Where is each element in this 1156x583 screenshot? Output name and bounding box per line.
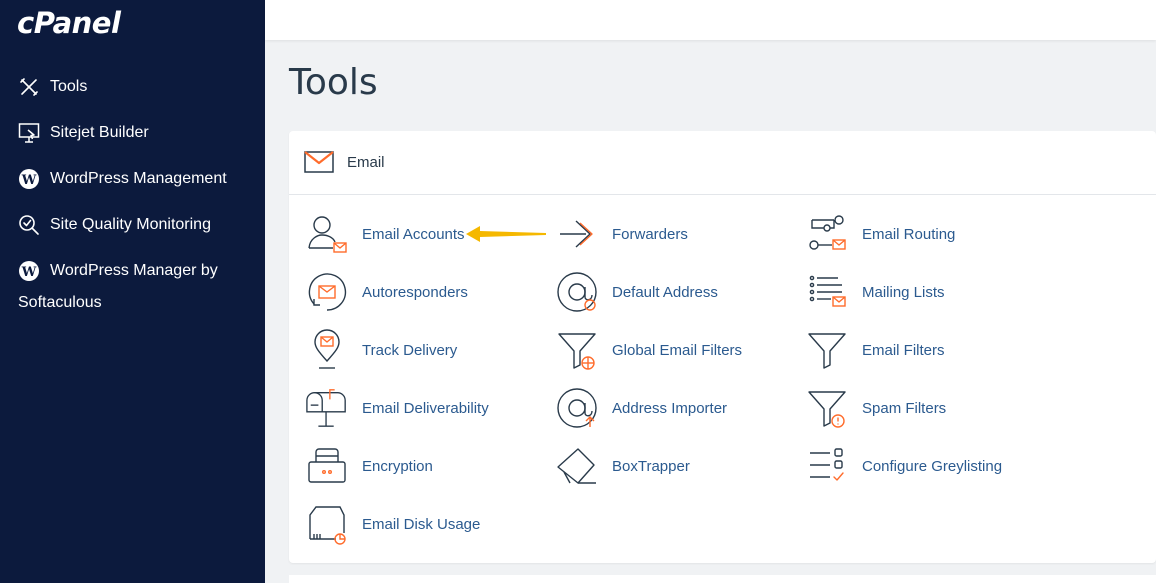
tool-email-disk-usage[interactable]: Email Disk Usage <box>305 502 545 546</box>
search-check-icon <box>18 214 40 236</box>
sidebar-item-wordpress-manager-softaculous[interactable]: W WordPress Manager by Softaculous <box>18 255 218 319</box>
sitejet-icon <box>18 122 40 144</box>
sidebar-item-wordpress-management[interactable]: W WordPress Management <box>18 168 227 190</box>
tool-label: Forwarders <box>612 225 688 243</box>
tools-icon <box>18 76 40 98</box>
tool-configure-greylisting[interactable]: Configure Greylisting <box>805 444 1045 488</box>
tool-autoresponders[interactable]: Autoresponders <box>305 270 545 314</box>
tool-label: Email Disk Usage <box>362 515 481 533</box>
email-panel-header[interactable]: Email <box>289 131 1156 195</box>
mailbox-icon <box>305 386 349 430</box>
sidebar: cPanel Tools Sitejet Builder W WordPress… <box>0 0 265 583</box>
tool-spam-filters[interactable]: Spam Filters <box>805 386 1045 430</box>
tool-label: Global Email Filters <box>612 341 743 359</box>
tool-track-delivery[interactable]: Track Delivery <box>305 328 545 372</box>
sidebar-item-tools[interactable]: Tools <box>18 76 87 98</box>
tool-label: Default Address <box>612 283 718 301</box>
boxtrapper-icon <box>555 444 599 488</box>
tool-label: Configure Greylisting <box>862 457 1003 475</box>
sidebar-item-label: WordPress Manager by <box>50 262 218 279</box>
annotation-arrow-icon <box>466 226 546 242</box>
tool-label: Autoresponders <box>362 283 468 301</box>
svg-text:W: W <box>21 173 37 188</box>
tool-default-address[interactable]: Default Address <box>555 270 795 314</box>
global-filters-icon <box>555 328 599 372</box>
tool-label: Address Importer <box>612 399 728 417</box>
tool-email-deliverability[interactable]: Email Deliverability <box>305 386 545 430</box>
tool-label: Mailing Lists <box>862 283 945 301</box>
tool-address-importer[interactable]: Address Importer <box>555 386 795 430</box>
autoresponders-icon <box>305 270 349 314</box>
track-delivery-icon <box>305 328 349 372</box>
cpanel-logo[interactable]: cPanel <box>17 6 121 40</box>
tool-label: Email Accounts <box>362 225 465 243</box>
tool-label: Email Routing <box>862 225 956 243</box>
address-importer-icon <box>555 386 599 430</box>
tool-email-routing[interactable]: Email Routing <box>805 212 1045 256</box>
wordpress-icon: W <box>18 260 40 282</box>
top-bar <box>265 0 1156 40</box>
tool-email-filters[interactable]: Email Filters <box>805 328 1045 372</box>
sidebar-item-sitejet-builder[interactable]: Sitejet Builder <box>18 122 149 144</box>
sidebar-item-label: WordPress Management <box>50 170 227 187</box>
page-title: Tools <box>289 62 378 103</box>
spam-filters-icon <box>805 386 849 430</box>
tool-forwarders[interactable]: Forwarders <box>555 212 795 256</box>
section-title: Email <box>347 154 385 171</box>
mailing-lists-icon <box>805 270 849 314</box>
default-address-icon <box>555 270 599 314</box>
sidebar-item-label-line2: Softaculous <box>18 294 102 311</box>
email-filters-icon <box>805 328 849 372</box>
email-routing-icon <box>805 212 849 256</box>
svg-text:W: W <box>21 265 37 280</box>
sidebar-item-label: Sitejet Builder <box>50 124 149 141</box>
tool-label: Spam Filters <box>862 399 947 417</box>
email-accounts-icon <box>305 212 349 256</box>
wordpress-icon: W <box>18 168 40 190</box>
tool-encryption[interactable]: Encryption <box>305 444 545 488</box>
forwarders-icon <box>555 212 599 256</box>
tool-label: Track Delivery <box>362 341 458 359</box>
tool-label: Email Deliverability <box>362 399 489 417</box>
envelope-icon <box>304 151 334 178</box>
tool-label: BoxTrapper <box>612 457 690 475</box>
sidebar-item-site-quality-monitoring[interactable]: Site Quality Monitoring <box>18 214 211 236</box>
encryption-icon <box>305 444 349 488</box>
tool-label: Email Filters <box>862 341 945 359</box>
sidebar-item-label: Site Quality Monitoring <box>50 216 211 233</box>
tool-label: Encryption <box>362 457 433 475</box>
disk-usage-icon <box>305 502 349 546</box>
next-panel-edge <box>289 575 1156 583</box>
tool-mailing-lists[interactable]: Mailing Lists <box>805 270 1045 314</box>
greylisting-icon <box>805 444 849 488</box>
sidebar-item-label: Tools <box>50 78 88 95</box>
tool-global-email-filters[interactable]: Global Email Filters <box>555 328 795 372</box>
tool-boxtrapper[interactable]: BoxTrapper <box>555 444 795 488</box>
